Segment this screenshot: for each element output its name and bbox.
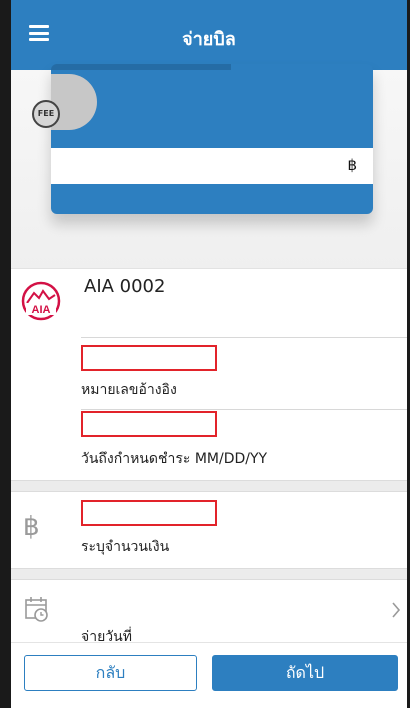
calendar-clock-icon bbox=[25, 597, 48, 622]
section-divider bbox=[11, 480, 407, 492]
svg-text:AIA: AIA bbox=[32, 304, 51, 316]
biller-card-area: ฿ FEE bbox=[11, 64, 407, 270]
card-amount-band: ฿ bbox=[51, 148, 373, 184]
baht-icon: ฿ bbox=[23, 512, 40, 542]
pay-date-label: จ่ายวันที่ bbox=[81, 629, 132, 642]
app-screen: จ่ายบิล ฿ FEE AIA AIA 0002 หมายเลขอ้างอิ… bbox=[0, 0, 410, 708]
page-title: จ่ายบิล bbox=[182, 29, 236, 50]
back-button[interactable]: กลับ bbox=[24, 655, 197, 691]
section-divider bbox=[11, 568, 407, 580]
bottom-action-bar: กลับ ถัดไป bbox=[11, 642, 407, 708]
due-date-input[interactable] bbox=[81, 411, 217, 437]
next-button[interactable]: ถัดไป bbox=[212, 655, 398, 691]
aia-logo-icon: AIA bbox=[21, 281, 61, 321]
biller-card: ฿ bbox=[51, 64, 373, 214]
chevron-right-icon[interactable] bbox=[391, 602, 401, 618]
biller-name: AIA 0002 bbox=[84, 276, 166, 297]
top-bar: จ่ายบิล bbox=[11, 0, 407, 70]
reference-number-input[interactable] bbox=[81, 345, 217, 371]
amount-label: ระบุจำนวนเงิน bbox=[81, 539, 170, 555]
biller-section: AIA AIA 0002 หมายเลขอ้างอิง วันถึงกำหนดช… bbox=[11, 268, 407, 488]
amount-input[interactable] bbox=[81, 500, 217, 526]
reference-number-field[interactable]: หมายเลขอ้างอิง bbox=[81, 345, 407, 401]
fee-tab bbox=[51, 74, 97, 130]
due-date-field[interactable]: วันถึงกำหนดชำระ MM/DD/YY bbox=[81, 411, 407, 470]
due-date-label: วันถึงกำหนดชำระ MM/DD/YY bbox=[81, 451, 268, 467]
baht-symbol: ฿ bbox=[347, 156, 357, 174]
reference-number-label: หมายเลขอ้างอิง bbox=[81, 382, 177, 398]
fee-icon[interactable]: FEE bbox=[32, 100, 60, 128]
pay-date-row[interactable]: จ่ายวันที่ bbox=[11, 580, 407, 642]
amount-section: ฿ ระบุจำนวนเงิน bbox=[11, 492, 407, 568]
amount-field[interactable]: ระบุจำนวนเงิน bbox=[81, 500, 407, 558]
